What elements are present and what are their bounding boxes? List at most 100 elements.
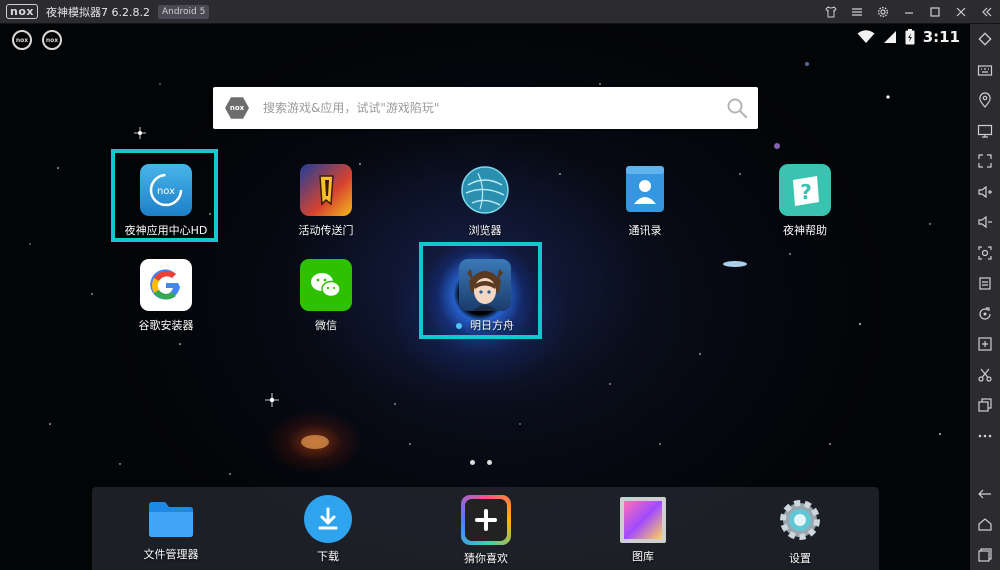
- app-browser[interactable]: 浏览器: [430, 164, 540, 238]
- maximize-icon: [930, 7, 940, 17]
- toolbar-volume-up[interactable]: [970, 177, 1000, 208]
- window-title: 夜神模拟器7 6.2.8.2: [45, 5, 150, 19]
- app-nox-app-center[interactable]: nox 夜神应用中心HD: [111, 164, 221, 238]
- settings-gear-icon: [775, 495, 825, 545]
- collapse-sidebar-button[interactable]: [974, 0, 1000, 24]
- app-label: 下载: [317, 550, 339, 563]
- toolbar-rotate[interactable]: [970, 24, 1000, 55]
- plus-icon: [461, 495, 511, 545]
- home-icon: [978, 518, 992, 531]
- skin-button[interactable]: [818, 0, 844, 24]
- nox-notification-icon: nox: [12, 30, 32, 50]
- app-google-installer[interactable]: 谷歌安装器: [111, 259, 221, 333]
- android-version-badge: Android 5: [157, 4, 210, 19]
- contacts-icon: [619, 164, 671, 216]
- app-label: 夜神帮助: [783, 224, 827, 237]
- dock-download[interactable]: 下载: [273, 495, 383, 564]
- toolbar-macro[interactable]: [970, 299, 1000, 330]
- search-icon[interactable]: [726, 97, 748, 119]
- nav-back-button[interactable]: [970, 479, 1000, 510]
- nox-notification-icon-2: nox: [42, 30, 62, 50]
- double-chevron-left-icon: [982, 7, 992, 17]
- app-arknights[interactable]: 明日方舟: [430, 259, 540, 333]
- minimize-button[interactable]: [896, 0, 922, 24]
- close-icon: [956, 7, 966, 17]
- app-label: 微信: [315, 319, 337, 332]
- app-label: 猜你喜欢: [464, 552, 508, 565]
- menu-button[interactable]: [844, 0, 870, 24]
- app-label-text: 明日方舟: [470, 319, 514, 332]
- search-input[interactable]: [263, 101, 693, 115]
- title-bar: nox 夜神模拟器7 6.2.8.2 Android 5: [0, 0, 1000, 24]
- search-bar[interactable]: nox: [213, 87, 758, 129]
- nav-recents-button[interactable]: [970, 540, 1000, 570]
- svg-text:nox: nox: [157, 186, 175, 197]
- wechat-icon: [300, 259, 352, 311]
- dock-settings[interactable]: 设置: [745, 495, 855, 566]
- minimize-icon: [905, 12, 913, 14]
- toolbar-screen[interactable]: [970, 116, 1000, 147]
- monitor-icon: [977, 124, 993, 138]
- app-label: 浏览器: [468, 224, 502, 237]
- signal-icon: [883, 31, 896, 43]
- app-label: 文件管理器: [143, 548, 199, 561]
- toolbar-multi-instance[interactable]: [970, 390, 1000, 421]
- close-button[interactable]: [948, 0, 974, 24]
- location-pin-icon: [979, 92, 991, 109]
- window-controls: [818, 0, 1000, 24]
- nav-home-button[interactable]: [970, 509, 1000, 540]
- battery-charging-icon: [905, 29, 915, 45]
- scissors-icon: [978, 368, 992, 382]
- browser-globe-icon: [459, 164, 511, 216]
- maximize-button[interactable]: [922, 0, 948, 24]
- screenshot-icon: [978, 246, 992, 260]
- page-indicator: [470, 460, 492, 465]
- toolbar-speed[interactable]: [970, 329, 1000, 360]
- toolbar-fullscreen[interactable]: [970, 146, 1000, 177]
- nox-search-logo-icon: nox: [225, 97, 249, 119]
- app-label: 活动传送门: [298, 224, 354, 237]
- keyboard-icon: [977, 65, 993, 76]
- toolbar-location[interactable]: [970, 85, 1000, 116]
- more-dots-icon: [978, 434, 992, 438]
- fullscreen-icon: [978, 154, 992, 168]
- emulator-toolbar: [970, 24, 1000, 570]
- app-label: 通讯录: [628, 224, 662, 237]
- google-installer-icon: [140, 259, 192, 311]
- page-dot[interactable]: [487, 460, 492, 465]
- volume-up-icon: [978, 185, 992, 198]
- event-portal-icon: [300, 164, 352, 216]
- dock: 文件管理器 下载 猜你喜欢 图库 设置: [92, 487, 879, 570]
- download-icon: [304, 495, 352, 543]
- app-contacts[interactable]: 通讯录: [590, 164, 700, 238]
- page-dot[interactable]: [470, 460, 475, 465]
- android-status-bar: nox nox 3:11: [0, 24, 970, 54]
- multi-window-icon: [978, 398, 992, 412]
- dock-file-manager[interactable]: 文件管理器: [116, 497, 226, 562]
- toolbar-more[interactable]: [970, 421, 1000, 452]
- dock-guess-you-like[interactable]: 猜你喜欢: [431, 495, 541, 566]
- app-wechat[interactable]: 微信: [271, 259, 381, 333]
- back-arrow-icon: [978, 489, 991, 499]
- new-app-dot: [456, 323, 462, 329]
- app-label: 谷歌安装器: [138, 319, 194, 332]
- toolbar-screenshot[interactable]: [970, 238, 1000, 269]
- toolbar-cut[interactable]: [970, 360, 1000, 391]
- android-nav-buttons: [970, 479, 1000, 570]
- gallery-icon: [620, 497, 666, 543]
- toolbar-volume-down[interactable]: [970, 207, 1000, 238]
- toolbar-keyboard[interactable]: [970, 55, 1000, 86]
- toolbar-apk-install[interactable]: [970, 268, 1000, 299]
- app-label: 明日方舟: [456, 317, 514, 333]
- gear-icon: [877, 6, 889, 18]
- brand: nox 夜神模拟器7 6.2.8.2 Android 5: [0, 0, 210, 24]
- settings-button[interactable]: [870, 0, 896, 24]
- android-home-screen: nox nox 3:11 nox nox 夜神应用中心HD 活动传送门 浏览器: [0, 24, 970, 570]
- nox-logo: nox: [6, 4, 38, 19]
- app-label: 夜神应用中心HD: [124, 224, 208, 237]
- app-nox-help[interactable]: ? 夜神帮助: [750, 164, 860, 238]
- shirt-icon: [825, 6, 837, 18]
- dock-gallery[interactable]: 图库: [588, 497, 698, 564]
- speed-up-icon: [978, 337, 992, 351]
- app-event-portal[interactable]: 活动传送门: [271, 164, 381, 238]
